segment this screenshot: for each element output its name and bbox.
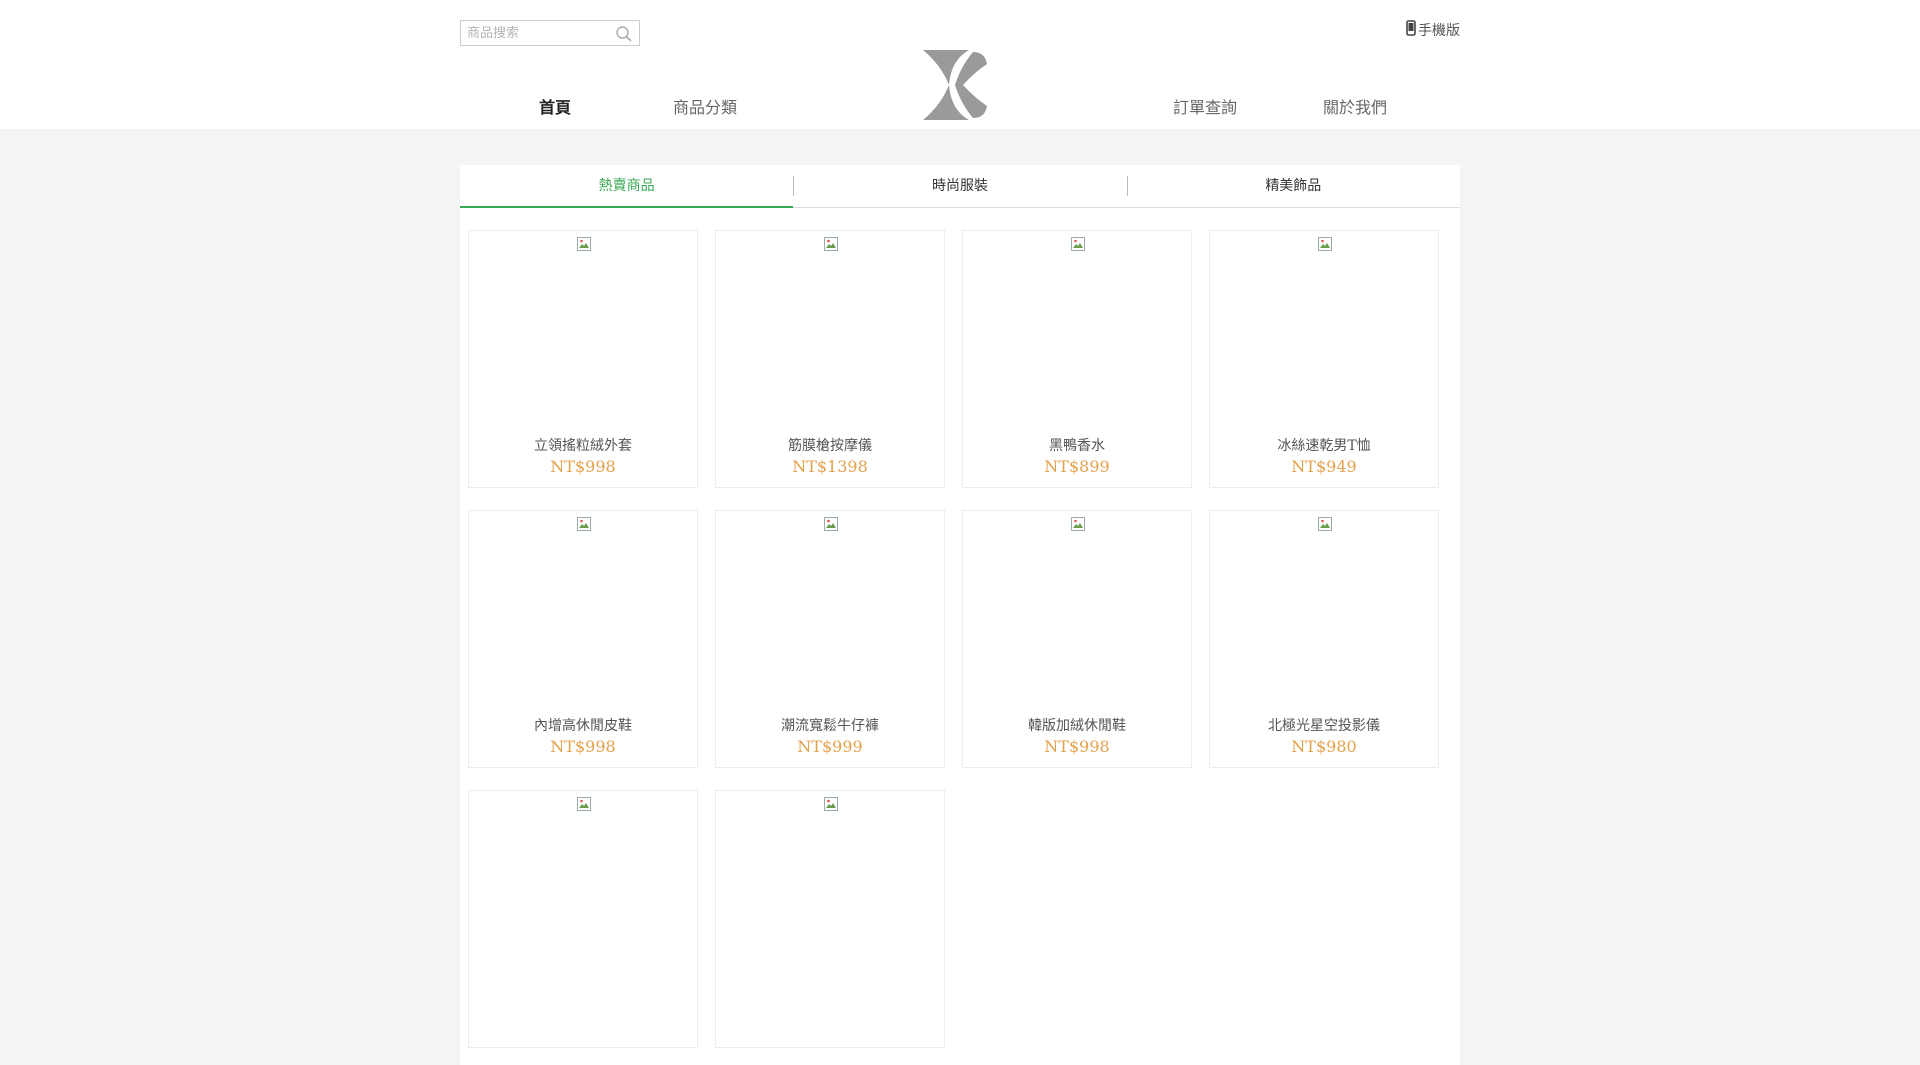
broken-image-icon — [1318, 236, 1332, 251]
product-card[interactable] — [468, 790, 698, 1048]
broken-image-icon — [577, 796, 591, 811]
nav-order-lookup[interactable]: 訂單查詢 — [1150, 94, 1260, 118]
product-card[interactable]: 潮流寬鬆牛仔褲 NT$999 — [715, 510, 945, 768]
product-name: 黑鴨香水 — [1049, 438, 1105, 454]
product-price: NT$998 — [550, 457, 616, 476]
product-price: NT$899 — [1044, 457, 1110, 476]
product-price: NT$998 — [550, 737, 616, 756]
product-card[interactable]: 韓版加絨休閒鞋 NT$998 — [962, 510, 1192, 768]
broken-image-icon — [1071, 236, 1085, 251]
product-name: 北極光星空投影儀 — [1268, 718, 1380, 734]
product-card[interactable]: 筋膜槍按摩儀 NT$1398 — [715, 230, 945, 488]
mobile-version-link[interactable]: 手機版 — [1406, 20, 1460, 40]
tab-accessories[interactable]: 精美飾品 — [1126, 165, 1460, 207]
product-price: NT$980 — [1291, 737, 1357, 756]
search-icon[interactable] — [615, 25, 633, 43]
product-card[interactable]: 內增高休閒皮鞋 NT$998 — [468, 510, 698, 768]
product-card[interactable]: 立領搖粒絨外套 NT$998 — [468, 230, 698, 488]
product-grid: 立領搖粒絨外套 NT$998 筋膜槍按摩儀 NT$1398 黑鴨香水 NT$899 冰絲速乾… — [460, 208, 1460, 1048]
nav-about-us[interactable]: 關於我們 — [1300, 94, 1410, 118]
product-name: 韓版加絨休閒鞋 — [1028, 718, 1126, 734]
broken-image-icon — [577, 516, 591, 531]
brand-logo[interactable] — [921, 50, 991, 120]
tab-fashion-clothing[interactable]: 時尚服裝 — [793, 165, 1126, 207]
broken-image-icon — [1318, 516, 1332, 531]
product-name: 內增高休閒皮鞋 — [534, 718, 632, 734]
product-price: NT$1398 — [792, 457, 868, 476]
product-name: 潮流寬鬆牛仔褲 — [781, 718, 879, 734]
broken-image-icon — [824, 236, 838, 251]
product-card[interactable] — [715, 790, 945, 1048]
product-price: NT$998 — [1044, 737, 1110, 756]
mobile-phone-icon — [1406, 20, 1416, 40]
tab-hot-products[interactable]: 熱賣商品 — [460, 165, 794, 208]
nav-categories[interactable]: 商品分類 — [650, 94, 760, 118]
product-card[interactable]: 冰絲速乾男T恤 NT$949 — [1209, 230, 1439, 488]
product-price: NT$949 — [1291, 457, 1357, 476]
product-card[interactable]: 黑鴨香水 NT$899 — [962, 230, 1192, 488]
product-price: NT$999 — [797, 737, 863, 756]
product-card[interactable]: 北極光星空投影儀 NT$980 — [1209, 510, 1439, 768]
category-tabs: 熱賣商品 時尚服裝 精美飾品 — [460, 165, 1460, 208]
site-header: 手機版 首頁 商品分類 訂單查詢 關於我們 — [0, 0, 1920, 129]
product-name: 立領搖粒絨外套 — [534, 438, 632, 454]
broken-image-icon — [824, 516, 838, 531]
broken-image-icon — [1071, 516, 1085, 531]
search-box — [460, 20, 640, 46]
nav-home[interactable]: 首頁 — [500, 94, 610, 118]
header-inner: 手機版 首頁 商品分類 訂單查詢 關於我們 — [460, 0, 1460, 129]
broken-image-icon — [824, 796, 838, 811]
product-name: 冰絲速乾男T恤 — [1277, 438, 1371, 454]
mobile-version-label: 手機版 — [1418, 23, 1460, 39]
product-name: 筋膜槍按摩儀 — [788, 438, 872, 454]
broken-image-icon — [577, 236, 591, 251]
search-input[interactable] — [461, 21, 609, 45]
main-content: 熱賣商品 時尚服裝 精美飾品 立領搖粒絨外套 NT$998 筋膜槍按摩儀 NT$139… — [460, 165, 1460, 1065]
